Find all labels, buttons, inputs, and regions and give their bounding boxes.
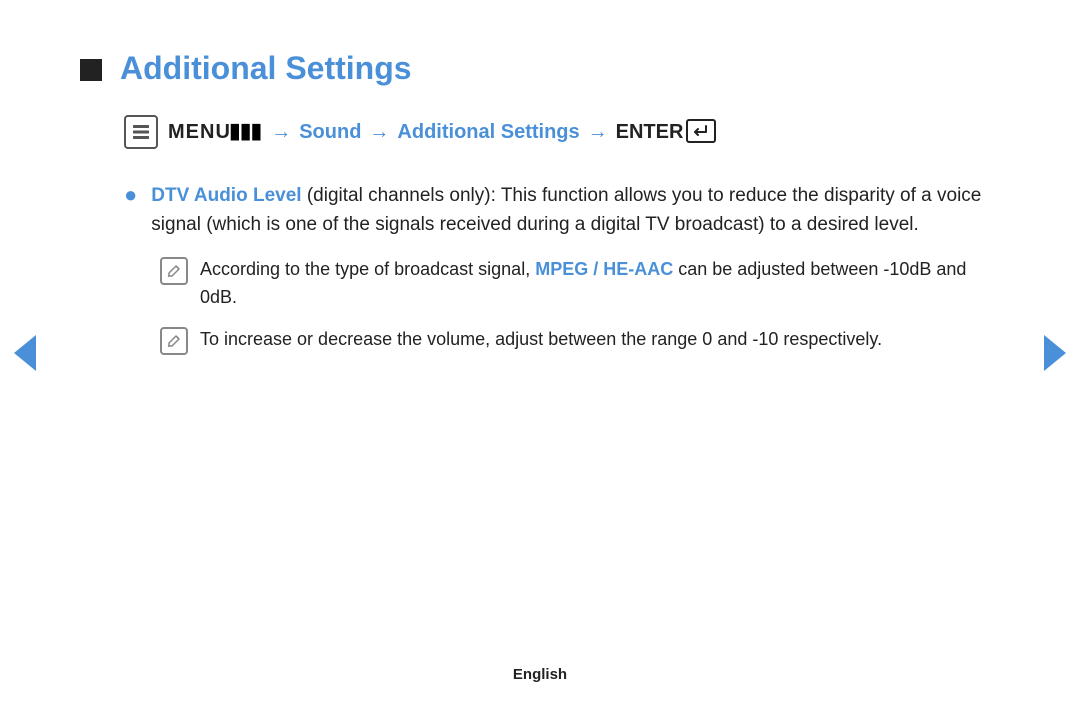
bullet-item-dtv: ● DTV Audio Level (digital channels only… (124, 181, 1000, 240)
enter-icon (686, 119, 716, 143)
enter-label: ENTER (616, 121, 684, 144)
arrow-1: → (271, 121, 291, 144)
note-item-1: According to the type of broadcast signa… (160, 256, 1000, 312)
arrow-2: → (369, 121, 389, 144)
breadcrumb: MENU ▊▊▊ → Sound → Additional Settings →… (124, 115, 1000, 149)
mpeg-hac-label: MPEG / HE-AAC (535, 259, 673, 279)
section-title: Additional Settings (120, 50, 412, 87)
menu-label: MENU (168, 121, 231, 144)
bullet-dot: ● (124, 182, 137, 208)
section-square-icon (80, 59, 102, 81)
note-item-2: To increase or decrease the volume, adju… (160, 326, 1000, 355)
section-heading: Additional Settings (80, 50, 1000, 87)
note-text-2: To increase or decrease the volume, adju… (200, 326, 882, 354)
note-1-before: According to the type of broadcast signa… (200, 259, 535, 279)
note-text-1: According to the type of broadcast signa… (200, 256, 1000, 312)
content-area: ● DTV Audio Level (digital channels only… (124, 181, 1000, 355)
menu-icon (124, 115, 158, 149)
arrow-3: → (588, 121, 608, 144)
bullet-text-dtv: DTV Audio Level (digital channels only):… (151, 181, 1000, 240)
note-icon-2 (160, 327, 188, 355)
footer-language: English (513, 666, 567, 683)
nav-arrow-right[interactable] (1044, 335, 1066, 371)
note-icon-1 (160, 257, 188, 285)
additional-settings-link: Additional Settings (397, 121, 579, 144)
menu-bars-icon: ▊▊▊ (231, 124, 263, 141)
sound-link: Sound (299, 121, 361, 144)
nav-arrow-left[interactable] (14, 335, 36, 371)
page-container: Additional Settings MENU ▊▊▊ → Sound → A… (0, 0, 1080, 705)
dtv-audio-level-label: DTV Audio Level (151, 185, 301, 206)
